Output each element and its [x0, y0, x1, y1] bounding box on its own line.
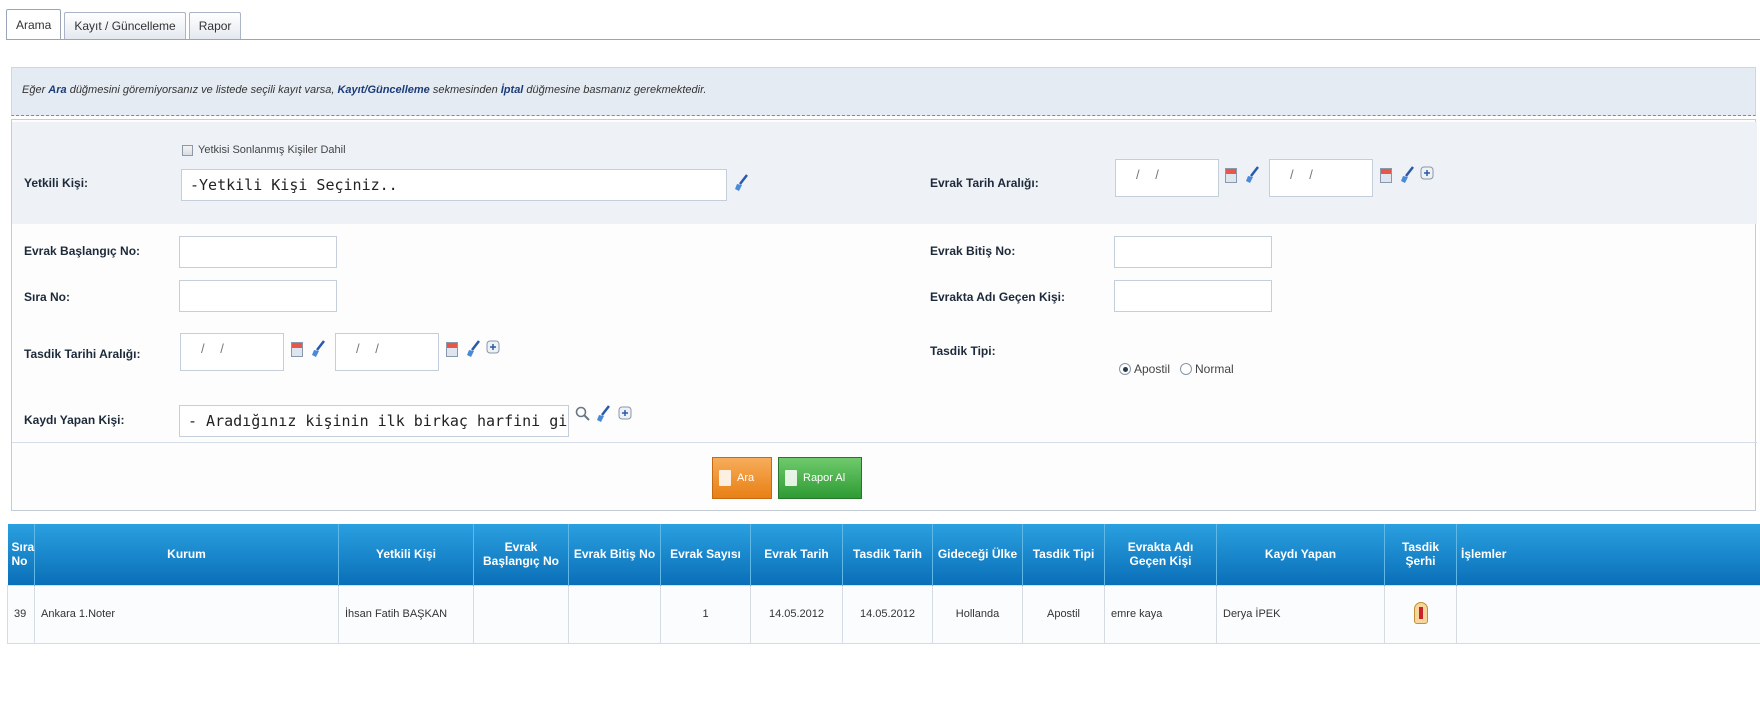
col-kurum[interactable]: Kurum: [34, 524, 339, 585]
calendar-icon[interactable]: [1380, 168, 1392, 183]
cell-sira-no: 39: [7, 584, 35, 644]
cell-gidecegi-ulke: Hollanda: [932, 584, 1023, 644]
cell-kaydi-yapan: Derya İPEK: [1216, 584, 1385, 644]
col-tasdik-serhi[interactable]: Tasdik Şerhi: [1384, 524, 1457, 585]
tab-arama[interactable]: Arama: [6, 9, 62, 40]
cell-adi-gecen-kisi: emre kaya: [1104, 584, 1217, 644]
evrak-bitis-input[interactable]: [1114, 236, 1272, 268]
tasdik-tipi-normal-radio[interactable]: [1180, 363, 1192, 375]
info-message: Eğer Ara düğmesini göremiyorsanız ve lis…: [11, 67, 1756, 116]
tasdik-tipi-normal-label: Normal: [1195, 362, 1234, 376]
yetkili-kisi-label: Yetkili Kişi:: [24, 176, 89, 190]
yetkili-kisi-select[interactable]: -Yetkili Kişi Seçiniz..: [181, 169, 727, 201]
table-header-row: Sıra No Kurum Yetkili Kişi Evrak Başlang…: [7, 524, 1760, 585]
add-icon[interactable]: [486, 340, 502, 358]
col-sira-no[interactable]: Sıra No: [7, 524, 35, 585]
col-evrak-bitis-no[interactable]: Evrak Bitiş No: [568, 524, 661, 585]
cell-evrak-bitis-no: [568, 584, 661, 644]
info-text: düğmesine basmanız gerekmektedir.: [523, 84, 707, 96]
col-evrak-baslangic-no[interactable]: Evrak Başlangıç No: [473, 524, 569, 585]
tasdik-tarih-label: Tasdik Tarihi Aralığı:: [24, 347, 141, 361]
include-revoked-label: Yetkisi Sonlanmış Kişiler Dahil: [198, 144, 346, 156]
divider: [12, 442, 1757, 443]
certificate-icon[interactable]: [1413, 601, 1428, 624]
search-form: Yetkisi Sonlanmış Kişiler Dahil Yetkili …: [11, 119, 1757, 511]
cell-tasdik-tipi: Apostil: [1022, 584, 1105, 644]
evrak-bitis-label: Evrak Bitiş No:: [930, 244, 1016, 258]
col-islemler[interactable]: İşlemler: [1456, 524, 1760, 585]
kaydi-yapan-input[interactable]: - Aradığınız kişinin ilk birkaç harfini …: [179, 405, 569, 437]
results-table: Sıra No Kurum Yetkili Kişi Evrak Başlang…: [7, 524, 1760, 644]
search-button[interactable]: Ara: [712, 457, 772, 499]
tasdik-tarih-end[interactable]: / /: [335, 333, 439, 371]
col-tasdik-tarih[interactable]: Tasdik Tarih: [842, 524, 933, 585]
clear-brush-icon[interactable]: [311, 340, 327, 358]
evrak-tarih-start[interactable]: / /: [1115, 159, 1219, 197]
evrak-tarih-end[interactable]: / /: [1269, 159, 1373, 197]
evrak-baslangic-input[interactable]: [179, 236, 337, 268]
clear-brush-icon[interactable]: [466, 340, 482, 358]
add-icon[interactable]: [1420, 166, 1436, 184]
clear-brush-icon[interactable]: [1245, 166, 1261, 184]
clear-brush-icon[interactable]: [596, 405, 612, 423]
add-icon[interactable]: [618, 406, 634, 424]
cell-evrak-sayisi: 1: [660, 584, 751, 644]
tasdik-tipi-label: Tasdik Tipi:: [930, 344, 996, 358]
include-revoked-checkbox[interactable]: [182, 145, 193, 156]
sira-no-label: Sıra No:: [24, 290, 71, 304]
tasdik-tipi-apostil-label: Apostil: [1134, 362, 1171, 376]
tab-divider: [6, 39, 1760, 40]
calendar-icon[interactable]: [446, 342, 458, 357]
tab-kayit-guncelleme[interactable]: Kayıt / Güncelleme: [64, 12, 186, 40]
col-tasdik-tipi[interactable]: Tasdik Tipi: [1022, 524, 1105, 585]
cell-evrak-tarih: 14.05.2012: [750, 584, 843, 644]
cell-tasdik-tarih: 14.05.2012: [842, 584, 933, 644]
info-iptal: İptal: [500, 84, 524, 96]
sira-no-input[interactable]: [179, 280, 337, 312]
col-evrak-sayisi[interactable]: Evrak Sayısı: [660, 524, 751, 585]
col-adi-gecen-kisi[interactable]: Evrakta Adı Geçen Kişi: [1104, 524, 1217, 585]
cell-kurum: Ankara 1.Noter: [34, 584, 339, 644]
report-button-label: Rapor Al: [803, 472, 846, 484]
evrak-baslangic-label: Evrak Başlangıç No:: [24, 244, 141, 258]
col-evrak-tarih[interactable]: Evrak Tarih: [750, 524, 843, 585]
report-button[interactable]: Rapor Al: [778, 457, 862, 499]
evrak-tarih-label: Evrak Tarih Aralığı:: [930, 176, 1039, 190]
cell-yetkili-kisi: İhsan Fatih BAŞKAN: [338, 584, 474, 644]
search-button-label: Ara: [737, 472, 755, 484]
kaydi-yapan-label: Kaydı Yapan Kişi:: [24, 413, 125, 427]
cell-islemler: [1456, 584, 1760, 644]
report-icon: [785, 470, 797, 486]
clear-brush-icon[interactable]: [1400, 166, 1416, 184]
tasdik-tarih-start[interactable]: / /: [180, 333, 284, 371]
calendar-icon[interactable]: [291, 342, 303, 357]
tab-rapor[interactable]: Rapor: [188, 12, 242, 40]
table-row[interactable]: 39 Ankara 1.Noter İhsan Fatih BAŞKAN 1 1…: [7, 584, 1760, 644]
clear-brush-icon[interactable]: [734, 174, 750, 192]
col-kaydi-yapan[interactable]: Kaydı Yapan: [1216, 524, 1385, 585]
search-icon[interactable]: [575, 406, 591, 424]
info-text: düğmesini göremiyorsanız ve listede seçi…: [66, 84, 338, 96]
tasdik-tipi-apostil-radio[interactable]: [1119, 363, 1131, 375]
info-ara: Ara: [48, 84, 67, 96]
adi-gecen-label: Evrakta Adı Geçen Kişi:: [930, 290, 1065, 304]
col-yetkili-kisi[interactable]: Yetkili Kişi: [338, 524, 474, 585]
adi-gecen-input[interactable]: [1114, 280, 1272, 312]
info-text: sekmesinden: [429, 84, 501, 96]
info-kayit-guncelleme: Kayıt/Güncelleme: [337, 84, 430, 96]
cell-evrak-baslangic-no: [473, 584, 569, 644]
col-gidecegi-ulke[interactable]: Gideceği Ülke: [932, 524, 1023, 585]
tab-bar: Arama Kayıt / Güncelleme Rapor: [6, 8, 244, 40]
calendar-icon[interactable]: [1225, 168, 1237, 183]
search-icon: [719, 470, 731, 486]
cell-tasdik-serhi: [1384, 584, 1457, 644]
info-text: Eğer: [22, 84, 49, 96]
